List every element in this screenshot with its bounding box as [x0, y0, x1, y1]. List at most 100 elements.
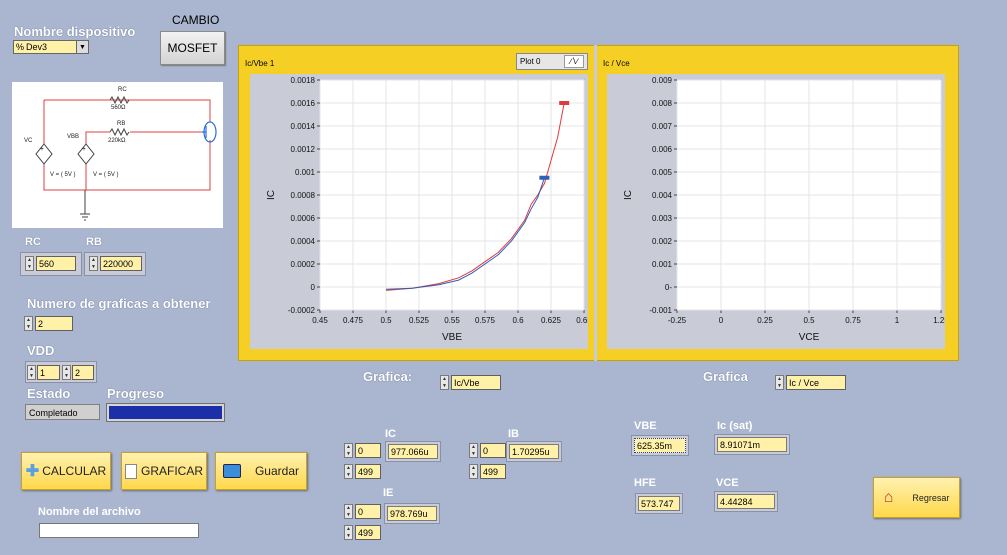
vdd-input-1[interactable]: 1	[37, 365, 60, 380]
device-select[interactable]: % Dev3 ▼	[13, 40, 89, 54]
y-tick-label: 0.0006	[291, 214, 316, 223]
progress-bar	[106, 403, 225, 422]
ie-spinner-1[interactable]: ▲ ▼	[344, 504, 353, 519]
x-tick-label: -0.25	[668, 316, 687, 325]
chart2-svg: -0.25 0 0.25 0.5 0.75 1 1.25 -0.001 0- 0.001 0.002…	[623, 76, 949, 343]
ib-label: IB	[508, 428, 519, 440]
y-tick-label: 0.008	[652, 99, 673, 108]
vdd-input-2[interactable]: 2	[72, 365, 94, 380]
calcular-label: CALCULAR	[42, 464, 107, 478]
rb-label: RB	[86, 236, 102, 248]
vdd-spinner-2[interactable]: ▲ ▼	[62, 365, 71, 380]
y-tick-label: 0.003	[652, 214, 673, 223]
hfe-label: HFE	[634, 477, 656, 489]
ib-index-2[interactable]: 499	[480, 464, 506, 479]
vbe-label: VBE	[634, 420, 657, 432]
cambio-label: CAMBIO	[172, 13, 220, 27]
y-tick-label: 0.0018	[291, 76, 316, 85]
ie-value: 978.769u	[387, 506, 437, 521]
plot-legend[interactable]: Plot 0 ∕∖∕	[516, 53, 588, 70]
x-tick-label: 0.525	[409, 316, 430, 325]
ie-index-2[interactable]: 499	[355, 525, 381, 540]
device-label: Nombre dispositivo	[14, 24, 136, 39]
rb-input[interactable]: 220000	[100, 256, 142, 271]
grafica-left-select[interactable]: Ic/Vbe	[451, 375, 501, 390]
guardar-button[interactable]: Guardar	[215, 452, 307, 490]
y-tick-label: 0.005	[652, 168, 673, 177]
vc-label: VC	[24, 138, 33, 144]
vc-source: V = ( 5V )	[50, 172, 76, 178]
ic-spinner-2[interactable]: ▲ ▼	[344, 464, 353, 479]
vce-label: VCE	[716, 477, 739, 489]
plot-legend-label: Plot 0	[520, 57, 541, 66]
device-io-icon: %	[16, 42, 25, 52]
x-tick-label: 0	[719, 316, 724, 325]
vdd-spinner-1[interactable]: ▲ ▼	[27, 365, 36, 380]
y-axis-label: IC	[623, 190, 634, 200]
y-tick-label: -0.0002	[288, 306, 316, 315]
graficar-label: GRAFICAR	[140, 464, 203, 478]
rc-name: RC	[118, 87, 127, 93]
y-tick-label: 0.0012	[291, 145, 316, 154]
grafica-right-spinner[interactable]: ▲ ▼	[775, 375, 784, 390]
graph-count-spinner[interactable]: ▲ ▼	[24, 316, 33, 331]
grafica-left-spinner[interactable]: ▲ ▼	[440, 375, 449, 390]
vbb-source: V = ( 5V )	[93, 172, 119, 178]
rb-spinner[interactable]: ▲ ▼	[89, 256, 98, 271]
x-tick-label: 0.6	[512, 316, 524, 325]
y-tick-label: 0.001	[652, 260, 673, 269]
vbb-label: VBB	[67, 134, 79, 140]
y-tick-label: 0.001	[295, 168, 316, 177]
rb-name: RB	[117, 121, 125, 127]
regresar-button[interactable]: ⌂ Regresar	[873, 477, 960, 518]
icsat-value: 8.91071m	[717, 437, 787, 452]
y-tick-label: 0.0014	[291, 122, 316, 131]
y-tick-label: 0.002	[652, 237, 673, 246]
ie-index-1[interactable]: 0	[355, 504, 381, 519]
rc-label: RC	[25, 236, 41, 248]
ie-spinner-2[interactable]: ▲ ▼	[344, 525, 353, 540]
ib-spinner-1[interactable]: ▲ ▼	[469, 443, 478, 458]
graficar-button[interactable]: GRAFICAR	[121, 452, 207, 490]
x-tick-label: 1	[895, 316, 900, 325]
vbe-value: 625.35m	[634, 438, 686, 453]
ic-label: IC	[385, 428, 396, 440]
x-tick-label: 1.25	[933, 316, 945, 325]
ic-index-2[interactable]: 499	[355, 464, 381, 479]
rb-value: 220kΩ	[108, 138, 126, 144]
estado-label: Estado	[27, 386, 71, 401]
y-tick-label: 0.0002	[291, 260, 316, 269]
mosfet-button[interactable]: MOSFET	[160, 31, 225, 65]
circuit-schematic: + + RC 560Ω RB 220kΩ VC VBB V = ( 5V ) V…	[24, 87, 217, 221]
file-name-input[interactable]	[39, 523, 199, 538]
x-axis-label: VCE	[799, 332, 820, 343]
save-icon	[222, 464, 241, 478]
y-tick-label: 0.009	[652, 76, 673, 85]
series-end-marker-0	[559, 101, 570, 105]
circuit-diagram: + + RC 560Ω RB 220kΩ VC VBB V = ( 5V ) V…	[12, 82, 223, 228]
chevron-down-icon: ▼	[76, 41, 88, 53]
ic-index-1[interactable]: 0	[355, 443, 381, 458]
ic-spinner-1[interactable]: ▲ ▼	[344, 443, 353, 458]
svg-text:+: +	[82, 147, 86, 153]
rc-input[interactable]: 560	[36, 256, 76, 271]
line-style-icon: ∕∖∕	[564, 55, 584, 68]
chart1-area: 0.45 0.475 0.5 0.525 0.55 0.575 0.6 0.625 0.65 -0…	[250, 74, 592, 349]
graph-count-label: Numero de graficas a obtener	[27, 296, 211, 311]
series-end-marker-1	[539, 175, 550, 180]
grafica-right-select[interactable]: Ic / Vce	[786, 375, 846, 390]
x-axis-label: VBE	[442, 332, 462, 343]
grafica-right-label: Grafica	[703, 369, 748, 384]
graph-count-input[interactable]: 2	[35, 316, 73, 331]
x-tick-label: 0.25	[757, 316, 773, 325]
chart1-svg: 0.45 0.475 0.5 0.525 0.55 0.575 0.6 0.625 0.65 -0…	[266, 76, 592, 343]
rc-spinner[interactable]: ▲ ▼	[25, 256, 34, 271]
document-icon	[124, 463, 137, 479]
ib-spinner-2[interactable]: ▲ ▼	[469, 464, 478, 479]
x-tick-label: 0.5	[803, 316, 815, 325]
x-tick-label: 0.475	[343, 316, 364, 325]
ib-index-1[interactable]: 0	[480, 443, 506, 458]
guardar-label: Guardar	[254, 464, 299, 478]
calcular-button[interactable]: ✚ CALCULAR	[21, 452, 111, 490]
x-tick-label: 0.5	[380, 316, 392, 325]
